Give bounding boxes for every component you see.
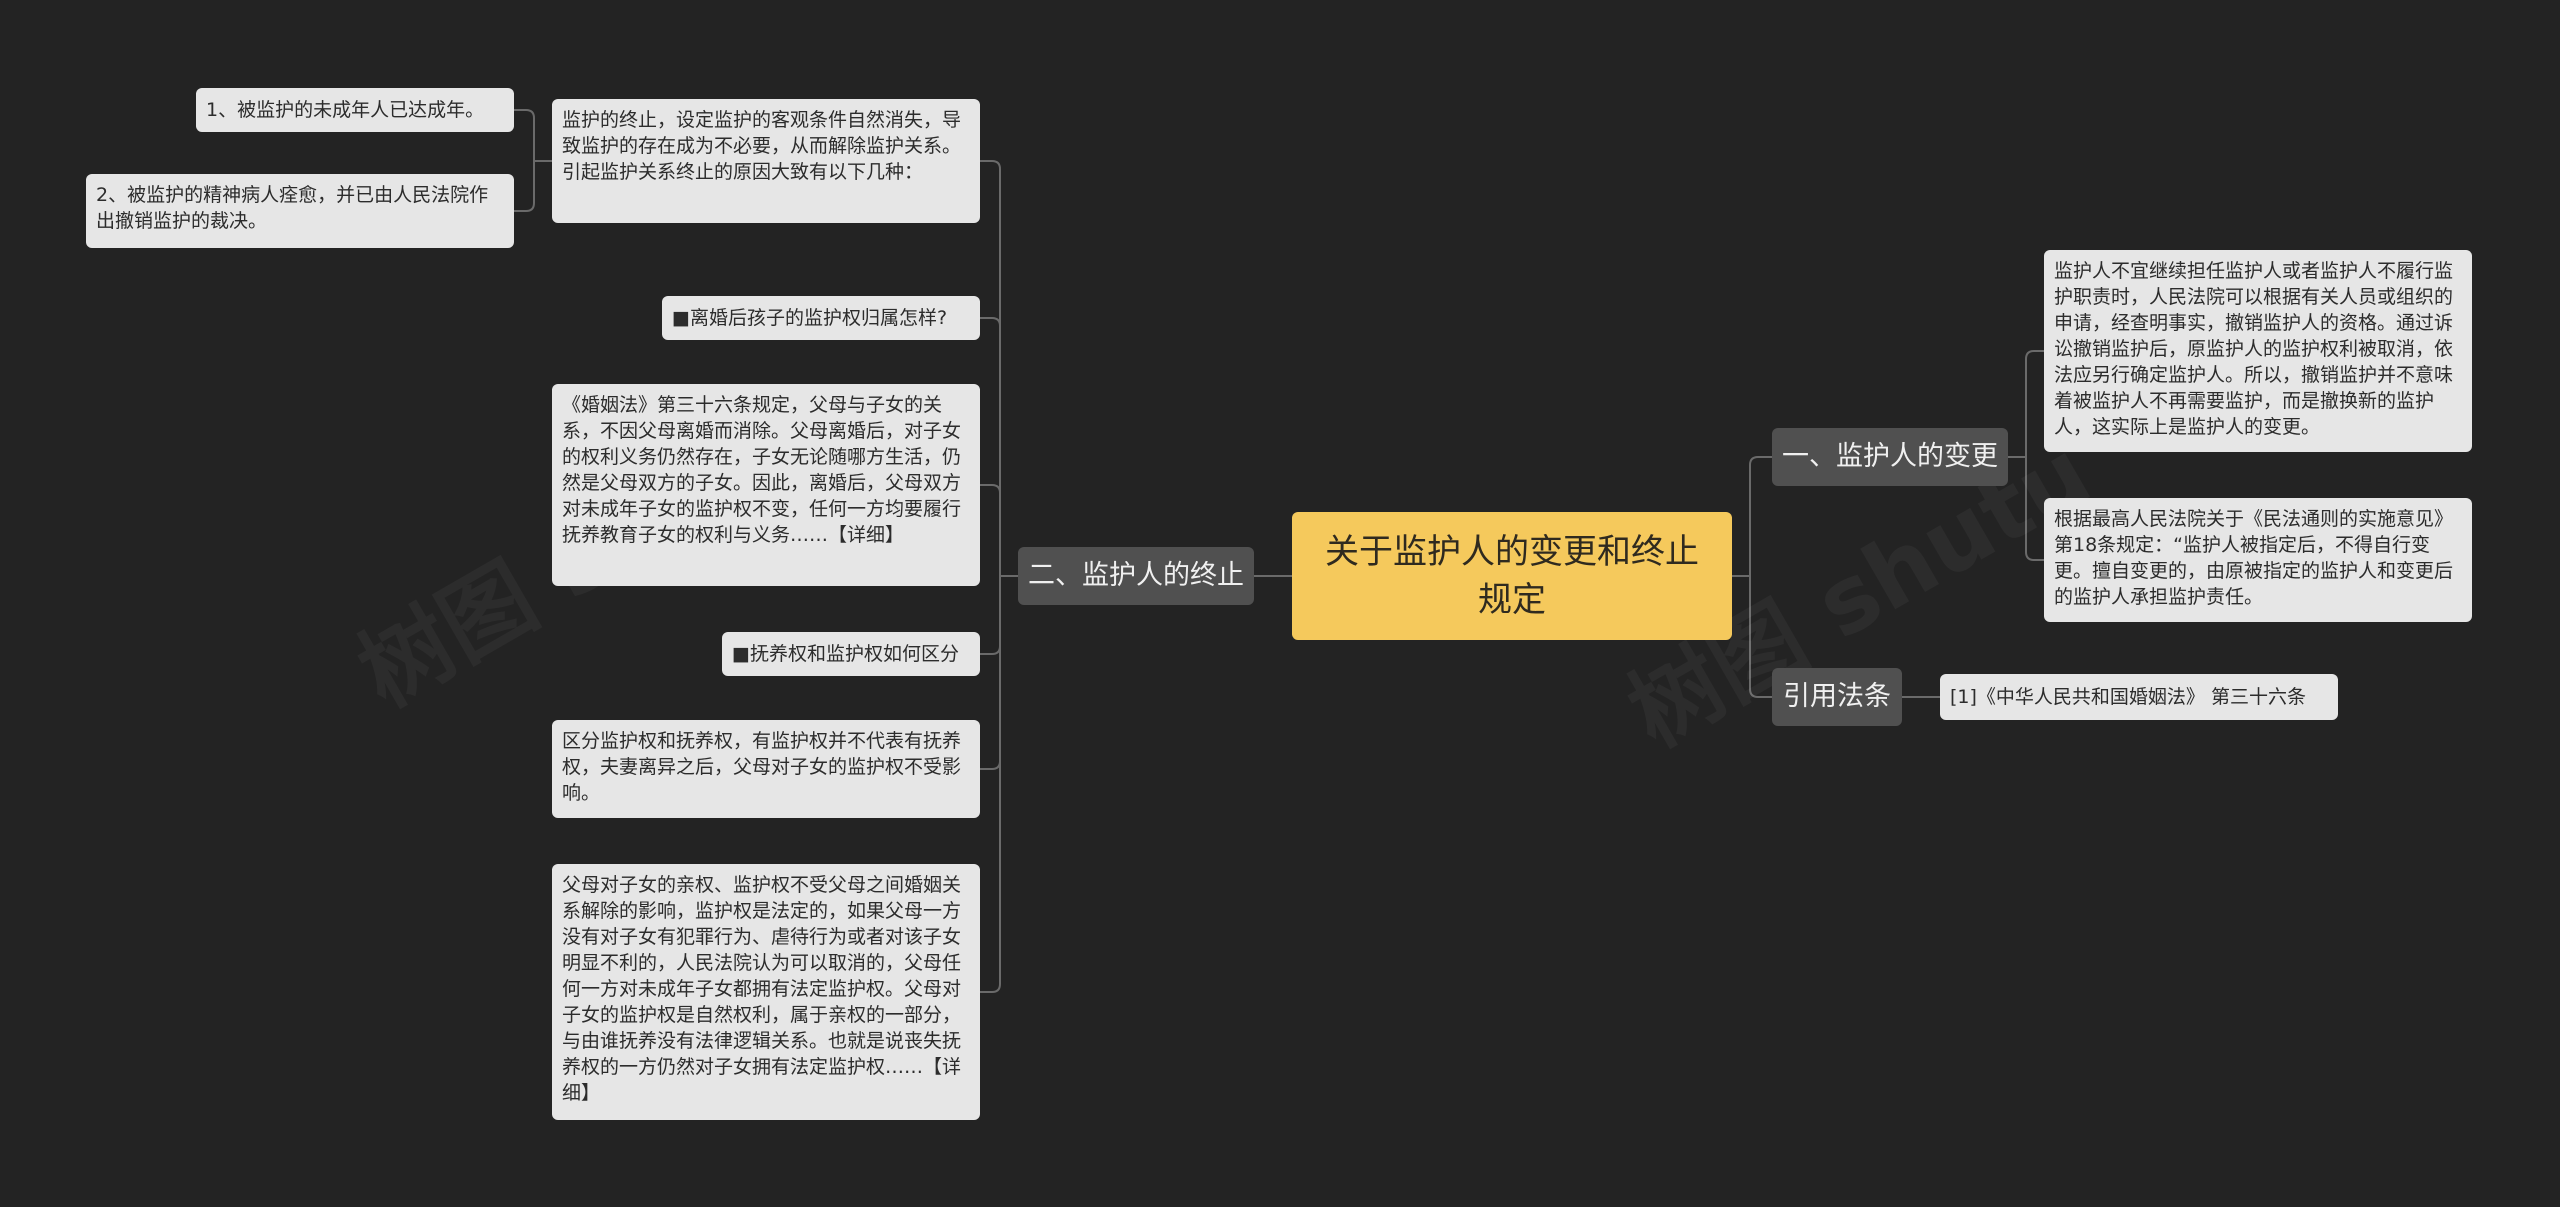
connector-line (1732, 456, 1772, 577)
connector-line (2008, 456, 2044, 561)
leaf-topic[interactable]: 父母对子女的亲权、监护权不受父母之间婚姻关系解除的影响，监护权是法定的，如果父母… (552, 864, 980, 1120)
leaf-topic[interactable]: ■抚养权和监护权如何区分 (722, 632, 980, 676)
leaf-topic[interactable]: [1]《中华人民共和国婚姻法》 第三十六条 (1940, 674, 2338, 720)
root-topic-label: 关于监护人的变更和终止规定 (1325, 532, 1699, 620)
leaf-topic[interactable]: ■离婚后孩子的监护权归属怎样? (662, 296, 980, 340)
connector-line (980, 484, 1018, 577)
leaf-topic[interactable]: 2、被监护的精神病人痊愈，并已由人民法院作出撤销监护的裁决。 (86, 174, 514, 248)
branch-label: 引用法条 (1783, 681, 1891, 712)
leaf-topic[interactable]: 1、被监护的未成年人已达成年。 (196, 88, 514, 132)
branch-label: 一、监护人的变更 (1782, 441, 1998, 472)
branch-label: 二、监护人的终止 (1028, 560, 1244, 591)
connector-line (980, 575, 1018, 993)
root-topic[interactable]: 关于监护人的变更和终止规定 (1292, 512, 1732, 640)
branch-guardian-change[interactable]: 一、监护人的变更 (1772, 428, 2008, 486)
connector-line (514, 109, 552, 162)
branch-cited-law[interactable]: 引用法条 (1772, 668, 1902, 726)
leaf-topic[interactable]: 《婚姻法》第三十六条规定，父母与子女的关系，不因父母离婚而消除。父母离婚后，对子… (552, 384, 980, 586)
connector-line (514, 160, 552, 212)
leaf-topic[interactable]: 区分监护权和抚养权，有监护权并不代表有抚养权，夫妻离异之后，父母对子女的监护权不… (552, 720, 980, 818)
connector-line (2008, 350, 2044, 458)
mindmap-canvas: 树图 shutu 树图 shutu 关于监护人的变更和终止规定 一、监护人的变更… (0, 0, 2560, 1207)
leaf-topic[interactable]: 根据最高人民法院关于《民法通则的实施意见》第18条规定：“监护人被指定后，不得自… (2044, 498, 2472, 622)
leaf-topic[interactable]: 监护人不宜继续担任监护人或者监护人不履行监护职责时，人民法院可以根据有关人员或组… (2044, 250, 2472, 452)
leaf-topic[interactable]: 监护的终止，设定监护的客观条件自然消失，导致监护的存在成为不必要，从而解除监护关… (552, 99, 980, 223)
connector-line (1732, 575, 1772, 698)
branch-guardian-termination[interactable]: 二、监护人的终止 (1018, 547, 1254, 605)
